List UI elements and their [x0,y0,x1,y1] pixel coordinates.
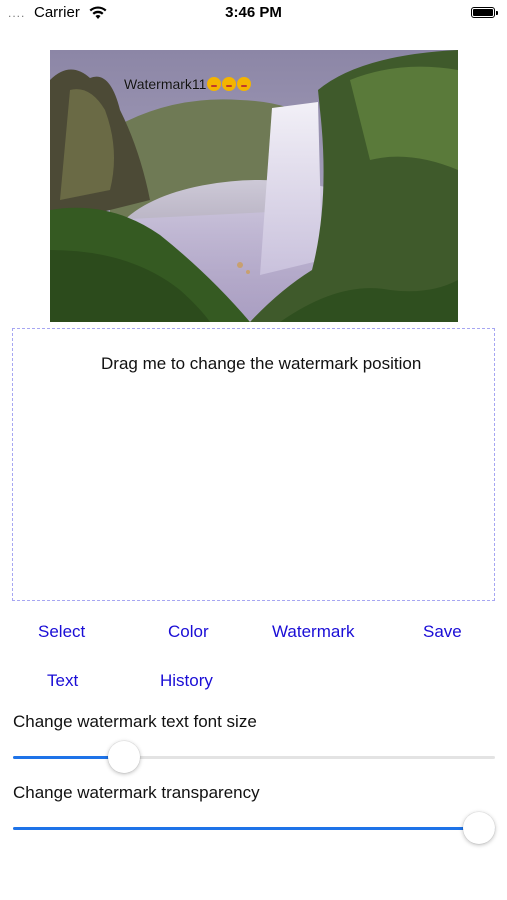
slider-fill [13,827,495,830]
emoji-icon [222,77,237,91]
image-preview: Watermark11 [50,50,458,322]
emoji-icon [207,77,222,91]
clock: 3:46 PM [225,4,282,21]
text-button[interactable]: Text [47,671,78,691]
emoji-icon [237,77,252,91]
watermark-button[interactable]: Watermark [272,622,355,642]
battery-icon [471,7,498,18]
slider-thumb[interactable] [107,741,140,773]
drag-instruction[interactable]: Drag me to change the watermark position [101,354,421,374]
transparency-slider[interactable] [13,812,495,844]
transparency-label: Change watermark transparency [13,783,260,802]
select-button[interactable]: Select [38,622,85,642]
watermark-drag-area[interactable]: Drag me to change the watermark position [12,328,495,601]
history-button[interactable]: History [160,671,213,691]
save-button[interactable]: Save [423,622,462,642]
font-size-slider[interactable] [13,741,495,773]
watermark-text: Watermark11 [124,76,207,92]
watermark-overlay[interactable]: Watermark11 [124,76,252,92]
font-size-label: Change watermark text font size [13,712,257,731]
waterfall-photo [50,50,458,322]
color-button[interactable]: Color [168,622,209,642]
status-bar: .... Carrier 3:46 PM [0,0,507,28]
slider-thumb[interactable] [463,812,495,844]
